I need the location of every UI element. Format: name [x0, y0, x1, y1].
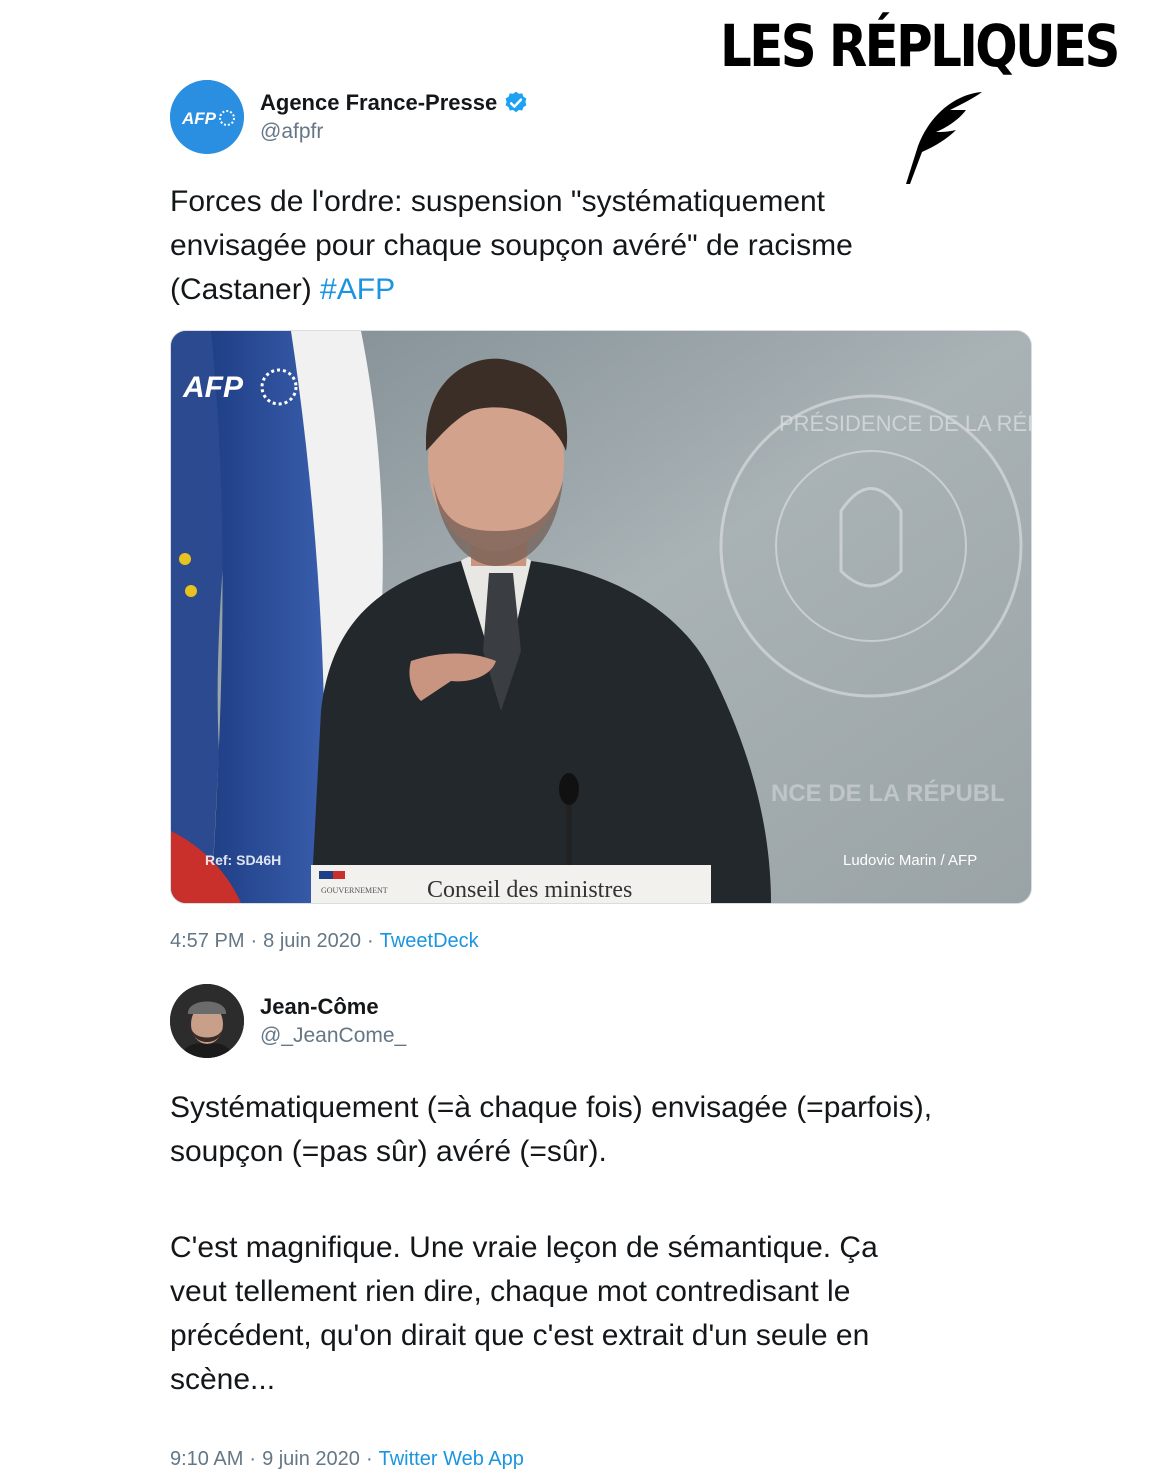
tweet2-author[interactable]: Jean-Côme [260, 994, 379, 1020]
tweet1-source[interactable]: TweetDeck [380, 930, 479, 953]
separator-dot: · [250, 930, 258, 952]
seal-text: PRÉSIDENCE DE LA RÉPUBLIQUE [779, 411, 1031, 436]
tweet2-time[interactable]: 9:10 AM [170, 1448, 243, 1471]
photo-credit: Ludovic Marin / AFP [843, 852, 977, 869]
afp-avatar-text: AFP [181, 109, 217, 128]
podium-sign-text: Conseil des ministres [427, 877, 632, 903]
tweet1-meta: 4:57 PM · 8 juin 2020 · TweetDeck [170, 930, 479, 953]
tweet1-author[interactable]: Agence France-Presse [260, 90, 529, 116]
tweet2-meta: 9:10 AM · 9 juin 2020 · Twitter Web App [170, 1448, 524, 1471]
author-name: Jean-Côme [260, 994, 379, 1019]
tweet1-photo[interactable]: PRÉSIDENCE DE LA RÉPUBLIQUE NCE DE LA RÉ… [170, 330, 1032, 904]
podium-small-text: GOUVERNEMENT [321, 886, 388, 895]
brand-title: LES RÉPLIQUES [720, 12, 1120, 80]
photo-ref-caption: Ref: SD46H [205, 852, 281, 868]
separator-dot: · [249, 1448, 257, 1470]
tweet1-body: Forces de l'ordre: suspension "systémati… [170, 185, 853, 306]
author-name: Agence France-Presse [260, 90, 498, 115]
user-avatar[interactable] [170, 984, 244, 1058]
tweet2-date[interactable]: 9 juin 2020 [262, 1448, 360, 1471]
afp-avatar[interactable]: AFP [170, 80, 244, 154]
afp-watermark: AFP [182, 371, 244, 404]
verified-badge-icon [505, 91, 527, 113]
tweet2-source[interactable]: Twitter Web App [379, 1448, 524, 1471]
tweet2-paragraph-2: C'est magnifique. Une vraie leçon de sém… [170, 1231, 878, 1396]
separator-dot: · [365, 1448, 373, 1470]
tweet2-paragraph-1: Systématiquement (=à chaque fois) envisa… [170, 1091, 933, 1168]
author-handle[interactable]: @_JeanCome_ [260, 1024, 406, 1048]
separator-dot: · [367, 930, 374, 952]
tweet1-date[interactable]: 8 juin 2020 [263, 930, 361, 953]
backdrop-text: NCE DE LA RÉPUBL [771, 779, 1005, 807]
hashtag-link[interactable]: #AFP [320, 273, 395, 306]
quill-icon [906, 92, 982, 184]
tweet1-text: Forces de l'ordre: suspension "systémati… [170, 180, 1030, 312]
author-handle[interactable]: @afpfr [260, 120, 323, 144]
tweet1-time[interactable]: 4:57 PM [170, 930, 244, 953]
